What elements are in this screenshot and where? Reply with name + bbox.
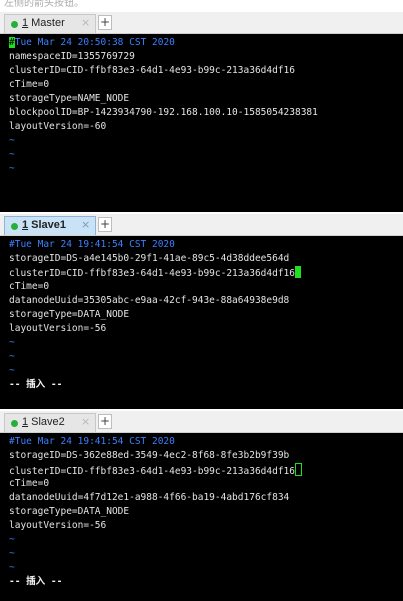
tab-label: 1 Slave1 (22, 219, 66, 231)
terminal-output[interactable]: #Tue Mar 24 20:50:38 CST 2020 namespaceI… (0, 34, 403, 212)
terminal-pane-slave2: 1 Slave2 × + #Tue Mar 24 19:41:54 CST 202… (0, 411, 403, 601)
terminal-line: storageID=DS-a4e145b0-29f1-41ae-89c5-4d3… (9, 253, 290, 264)
text-cursor (294, 463, 302, 476)
terminal-line: clusterID=CID-ffbf83e3-64d1-4e93-b99c-21… (9, 266, 403, 280)
add-tab-button[interactable]: + (98, 414, 112, 429)
terminal-line: datanodeUuid=35305abc-e9aa-42cf-943e-88a… (9, 295, 290, 306)
terminal-line: layoutVersion=-56 (9, 520, 107, 531)
tab-slave1[interactable]: 1 Slave1 × (4, 216, 96, 235)
terminal-line: layoutVersion=-60 (9, 121, 107, 132)
terminal-line: storageType=DATA_NODE (9, 506, 130, 517)
terminal-output[interactable]: #Tue Mar 24 19:41:54 CST 2020 storageID=… (0, 433, 403, 601)
close-tab-icon[interactable]: × (81, 16, 90, 30)
empty-line-marker: ~ (9, 351, 15, 362)
tab-bar: 1 Slave1 × + (0, 214, 403, 236)
terminal-line: datanodeUuid=4f7d12e1-a988-4f66-ba19-4ab… (9, 492, 290, 503)
tab-label: 1 Slave2 (22, 416, 65, 428)
tab-master[interactable]: 1 Master × (4, 14, 96, 33)
tab-slave2[interactable]: 1 Slave2 × (4, 413, 96, 432)
connection-status-icon (11, 420, 18, 427)
terminal-line: storageType=DATA_NODE (9, 309, 130, 320)
terminal-pane-master: 1 Master × + #Tue Mar 24 20:50:38 CST 202… (0, 12, 403, 212)
terminal-line: cTime=0 (9, 478, 50, 489)
empty-line-marker: ~ (9, 534, 15, 545)
terminal-line: cTime=0 (9, 281, 50, 292)
empty-line-marker: ~ (9, 163, 15, 174)
terminal-output[interactable]: #Tue Mar 24 19:41:54 CST 2020 storageID=… (0, 236, 403, 409)
terminal-line: #Tue Mar 24 19:41:54 CST 2020 (9, 239, 175, 250)
terminal-line: storageType=NAME_NODE (9, 93, 130, 104)
close-tab-icon[interactable]: × (81, 218, 90, 232)
terminal-line: #Tue Mar 24 19:41:54 CST 2020 (9, 436, 175, 447)
empty-line-marker: ~ (9, 562, 15, 573)
terminal-line: cTime=0 (9, 79, 50, 90)
empty-line-marker: ~ (9, 365, 15, 376)
vim-mode-indicator: -- 插入 -- (9, 379, 63, 390)
terminal-line: clusterID=CID-ffbf83e3-64d1-4e93-b99c-21… (9, 65, 295, 76)
terminal-line: #Tue Mar 24 20:50:38 CST 2020 (9, 37, 175, 48)
empty-line-marker: ~ (9, 149, 15, 160)
empty-line-marker: ~ (9, 135, 15, 146)
tab-bar: 1 Slave2 × + (0, 411, 403, 433)
close-tab-icon[interactable]: × (81, 415, 90, 429)
tab-label: 1 Master (22, 17, 65, 29)
vim-mode-indicator: -- 插入 -- (9, 576, 63, 587)
empty-line-marker: ~ (9, 337, 15, 348)
add-tab-button[interactable]: + (98, 15, 112, 30)
add-tab-button[interactable]: + (98, 217, 112, 232)
terminal-line: storageID=DS-362e88ed-3549-4ec2-8f68-8fe… (9, 450, 290, 461)
terminal-line: clusterID=CID-ffbf83e3-64d1-4e93-b99c-21… (9, 463, 403, 477)
terminal-line: blockpoolID=BP-1423934790-192.168.100.10… (9, 107, 318, 118)
terminal-line: namespaceID=1355769729 (9, 51, 135, 62)
connection-status-icon (11, 223, 18, 230)
empty-line-marker: ~ (9, 548, 15, 559)
tab-bar: 1 Master × + (0, 12, 403, 34)
terminal-line: layoutVersion=-56 (9, 323, 107, 334)
terminal-pane-slave1: 1 Slave1 × + #Tue Mar 24 19:41:54 CST 202… (0, 214, 403, 409)
text-cursor (294, 266, 301, 278)
top-instruction-fragment: 左侧的箭头按钮。 (0, 0, 403, 12)
connection-status-icon (11, 21, 18, 28)
